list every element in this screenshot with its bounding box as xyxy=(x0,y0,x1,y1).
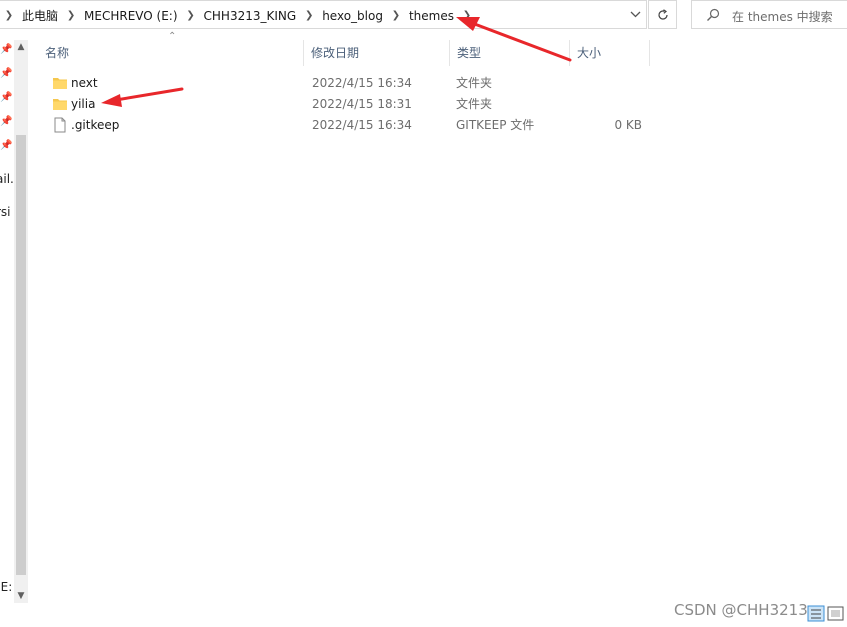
pin-icon[interactable]: 📌 xyxy=(0,68,12,79)
nav-scrollbar[interactable]: ▲ ▼ xyxy=(14,40,28,603)
navigation-pane: 📌 📌 📌 📌 📌 ail. rsi (E: xyxy=(0,40,14,600)
pin-icon[interactable]: 📌 xyxy=(0,140,12,151)
file-modified: 2022/4/15 18:31 xyxy=(312,97,412,111)
column-size[interactable]: 大小 xyxy=(570,40,650,66)
nav-item-partial[interactable]: rsi xyxy=(0,205,11,219)
search-placeholder: 在 themes 中搜索 xyxy=(732,10,833,24)
column-type[interactable]: 类型 xyxy=(450,40,570,66)
pin-icon[interactable]: 📌 xyxy=(0,92,12,103)
pin-icon[interactable]: 📌 xyxy=(0,44,12,55)
file-type: 文件夹 xyxy=(456,76,493,90)
breadcrumb-drive[interactable]: MECHREVO (E:) xyxy=(80,9,182,23)
file-row-gitkeep[interactable]: .gitkeep 2022/4/15 16:34 GITKEEP 文件 0 KB xyxy=(38,115,650,136)
breadcrumb-themes[interactable]: themes xyxy=(405,9,458,23)
file-name: next xyxy=(71,76,98,90)
column-name[interactable]: 名称 xyxy=(38,40,304,66)
scroll-up-icon[interactable]: ▲ xyxy=(14,42,28,52)
file-modified: 2022/4/15 16:34 xyxy=(312,76,412,90)
search-box[interactable]: 在 themes 中搜索 xyxy=(691,0,847,29)
breadcrumb: ❯ 此电脑 ❯ MECHREVO (E:) ❯ CHH3213_KING ❯ h… xyxy=(0,1,476,30)
file-row-yilia[interactable]: yilia 2022/4/15 18:31 文件夹 xyxy=(38,94,650,115)
file-name: yilia xyxy=(71,97,96,111)
address-bar[interactable]: ❯ 此电脑 ❯ MECHREVO (E:) ❯ CHH3213_KING ❯ h… xyxy=(0,0,647,29)
file-type: GITKEEP 文件 xyxy=(456,118,535,132)
file-size: 0 KB xyxy=(614,118,642,132)
column-header: ⌃ 名称 修改日期 类型 大小 xyxy=(38,31,650,66)
top-bar: ❯ 此电脑 ❯ MECHREVO (E:) ❯ CHH3213_KING ❯ h… xyxy=(0,0,847,30)
scrollbar-thumb[interactable] xyxy=(16,135,26,575)
column-date-modified[interactable]: 修改日期 xyxy=(304,40,450,66)
chevron-right-icon[interactable]: ❯ xyxy=(387,10,405,21)
file-modified: 2022/4/15 16:34 xyxy=(312,118,412,132)
refresh-icon xyxy=(657,8,668,20)
chevron-right-icon[interactable]: ❯ xyxy=(62,10,80,21)
large-icons-view-icon[interactable] xyxy=(827,606,844,621)
breadcrumb-this-pc[interactable]: 此电脑 xyxy=(18,7,62,24)
search-icon xyxy=(707,8,720,21)
file-name: .gitkeep xyxy=(71,118,120,132)
chevron-right-icon[interactable]: ❯ xyxy=(458,10,476,21)
chevron-down-icon[interactable] xyxy=(624,1,646,28)
file-icon xyxy=(54,117,66,133)
folder-icon xyxy=(53,99,67,110)
nav-item-drive-partial[interactable]: (E: xyxy=(0,580,12,594)
folder-icon xyxy=(53,78,67,89)
details-view-icon[interactable] xyxy=(807,605,825,622)
view-toggle xyxy=(807,604,847,627)
chevron-right-icon[interactable]: ❯ xyxy=(0,10,18,21)
breadcrumb-hexo-blog[interactable]: hexo_blog xyxy=(318,9,387,23)
chevron-right-icon[interactable]: ❯ xyxy=(182,10,200,21)
pin-icon[interactable]: 📌 xyxy=(0,116,12,127)
file-row-next[interactable]: next 2022/4/15 16:34 文件夹 xyxy=(38,73,650,94)
chevron-right-icon[interactable]: ❯ xyxy=(300,10,318,21)
breadcrumb-chh3213-king[interactable]: CHH3213_KING xyxy=(200,9,301,23)
watermark: CSDN @CHH3213 xyxy=(674,601,808,619)
scroll-down-icon[interactable]: ▼ xyxy=(14,591,28,601)
refresh-button[interactable] xyxy=(648,0,677,29)
nav-item-partial[interactable]: ail. xyxy=(0,172,14,186)
file-type: 文件夹 xyxy=(456,97,493,111)
